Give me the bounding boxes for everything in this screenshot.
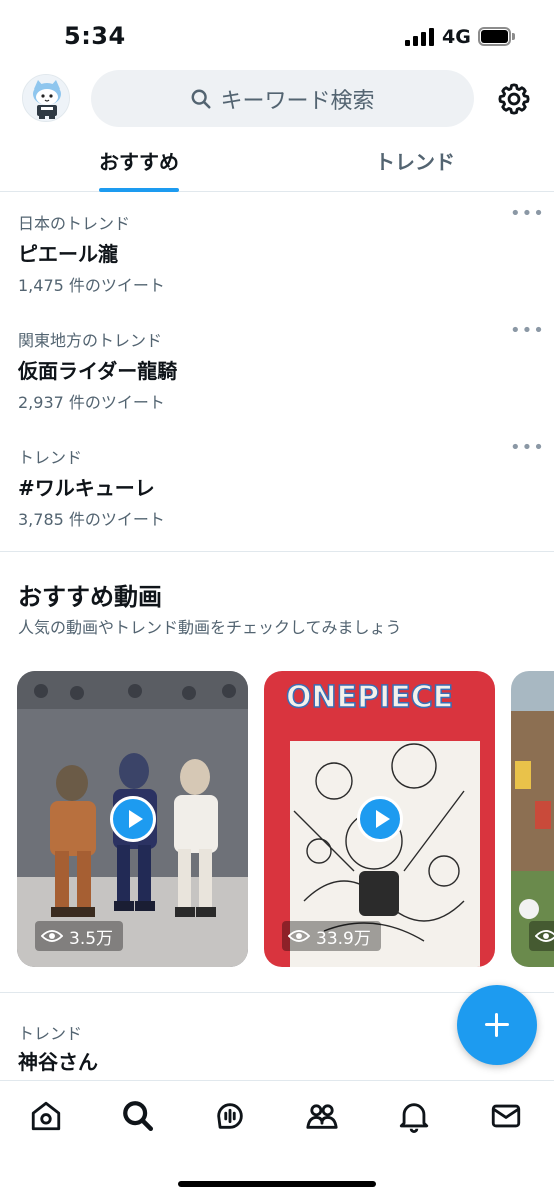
- section-title: おすすめ動画: [18, 583, 162, 611]
- view-count-badge: 33.9万: [282, 921, 381, 951]
- trend-name[interactable]: 神谷さん: [18, 1046, 98, 1075]
- active-tab-indicator: [99, 188, 179, 192]
- settings-button[interactable]: [496, 81, 532, 117]
- view-count-badge: 3.5万: [35, 921, 124, 951]
- signal-icon: [405, 28, 435, 46]
- status-time: 5:34: [64, 22, 126, 50]
- section-divider: [0, 992, 554, 993]
- status-bar: 5:34 4G: [0, 0, 554, 66]
- search-icon[interactable]: [121, 1099, 155, 1133]
- view-count: 33.9万: [316, 928, 371, 949]
- trend-count: 2,937 件のツイート: [18, 393, 165, 412]
- onepiece-title-art: ONEPIECE: [286, 680, 453, 715]
- video-card[interactable]: ONEPIECE 33.9万: [264, 671, 495, 967]
- trend-item[interactable]: トレンド #ワルキューレ 3,785 件のツイート •••: [0, 439, 554, 559]
- video-card[interactable]: [511, 671, 554, 967]
- more-icon[interactable]: •••: [510, 439, 544, 458]
- avatar-cat-icon: [23, 75, 69, 121]
- trend-name: #ワルキューレ: [18, 476, 155, 500]
- video-card[interactable]: 3.5万: [17, 671, 248, 967]
- mail-icon[interactable]: [489, 1099, 523, 1133]
- trend-count: 1,475 件のツイート: [18, 276, 165, 295]
- communities-icon[interactable]: [305, 1099, 339, 1133]
- eye-icon: [41, 930, 63, 942]
- trend-context: トレンド: [18, 448, 83, 467]
- bell-icon[interactable]: [397, 1099, 431, 1133]
- trend-item[interactable]: 日本のトレンド ピエール瀧 1,475 件のツイート •••: [0, 205, 554, 325]
- spaces-icon[interactable]: [213, 1099, 247, 1133]
- profile-avatar[interactable]: [22, 74, 70, 122]
- explore-header: キーワード検索: [0, 66, 554, 132]
- trend-name: ピエール瀧: [18, 242, 118, 266]
- trend-context: トレンド: [18, 1024, 83, 1043]
- tab-recommended[interactable]: おすすめ: [99, 146, 179, 175]
- trend-context: 関東地方のトレンド: [18, 331, 163, 350]
- trend-name: 仮面ライダー龍騎: [18, 359, 178, 383]
- view-count: 3.5万: [69, 928, 114, 949]
- search-icon: [192, 89, 212, 109]
- compose-button[interactable]: [457, 985, 537, 1065]
- trend-count: 3,785 件のツイート: [18, 510, 165, 529]
- eye-icon: [288, 930, 310, 942]
- play-icon[interactable]: [356, 796, 403, 842]
- gear-icon: [498, 83, 530, 115]
- tab-trends[interactable]: トレンド: [375, 146, 455, 175]
- view-count-badge: [529, 921, 554, 951]
- network-type: 4G: [442, 26, 471, 48]
- home-indicator: [178, 1181, 376, 1187]
- section-divider: [0, 551, 554, 552]
- trend-context: 日本のトレンド: [18, 214, 131, 233]
- eye-icon: [535, 930, 554, 942]
- search-placeholder: キーワード検索: [220, 88, 375, 114]
- search-input[interactable]: キーワード検索: [91, 70, 474, 127]
- trend-item[interactable]: 関東地方のトレンド 仮面ライダー龍騎 2,937 件のツイート •••: [0, 322, 554, 442]
- explore-tabs: おすすめ トレンド: [0, 132, 554, 192]
- more-icon[interactable]: •••: [510, 322, 544, 341]
- play-icon[interactable]: [109, 796, 156, 842]
- section-subtitle: 人気の動画やトレンド動画をチェックしてみましょう: [18, 618, 402, 637]
- battery-icon: [478, 27, 515, 46]
- home-icon[interactable]: [29, 1099, 63, 1133]
- more-icon[interactable]: •••: [510, 205, 544, 224]
